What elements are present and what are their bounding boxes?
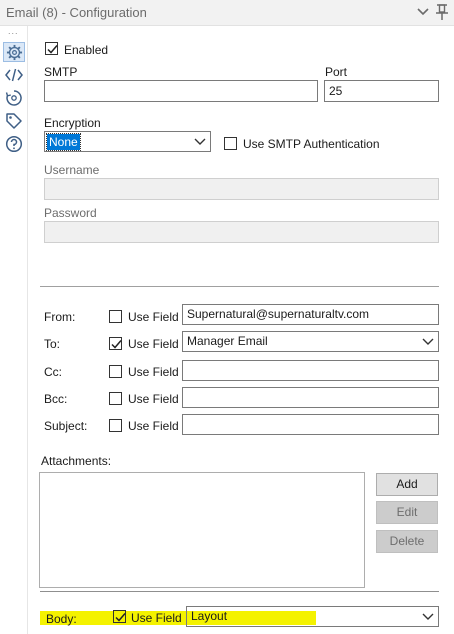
to-use-field-checkbox[interactable]: [109, 337, 122, 350]
help-icon[interactable]: [5, 135, 23, 153]
cc-use-field-checkbox[interactable]: [109, 365, 122, 378]
body-divider: [40, 591, 439, 592]
username-input[interactable]: [44, 178, 439, 200]
use-smtp-auth-label: Use SMTP Authentication: [243, 137, 380, 151]
bcc-use-field-checkbox[interactable]: [109, 392, 122, 405]
encryption-label: Encryption: [44, 116, 101, 130]
checkmark-icon: [111, 340, 122, 349]
to-select[interactable]: Manager Email: [182, 331, 439, 352]
body-use-field-label: Use Field: [131, 611, 182, 625]
gear-icon: [6, 44, 23, 61]
chevron-down-icon: [422, 338, 434, 345]
edit-attachment-button[interactable]: Edit: [376, 501, 438, 524]
add-attachment-button[interactable]: Add: [376, 473, 438, 496]
from-use-field-checkbox[interactable]: [109, 310, 122, 323]
body-label: Body:: [46, 612, 77, 626]
use-smtp-auth-checkbox[interactable]: [224, 137, 237, 150]
window-title: Email (8) - Configuration: [6, 5, 147, 20]
password-label: Password: [44, 206, 97, 220]
chevron-down-icon: [194, 138, 206, 145]
connections-icon[interactable]: [5, 89, 23, 107]
rail-configuration-tab[interactable]: [3, 42, 25, 62]
checkmark-icon: [115, 613, 126, 622]
bcc-label: Bcc:: [44, 392, 68, 406]
bcc-input[interactable]: [182, 387, 439, 408]
pin-icon[interactable]: [434, 3, 450, 21]
username-label: Username: [44, 163, 100, 177]
cc-label: Cc:: [44, 365, 62, 379]
port-label: Port: [325, 65, 348, 79]
body-value: Layout: [191, 609, 228, 623]
to-label: To:: [44, 337, 61, 351]
section-divider: [40, 286, 439, 287]
chevron-down-icon[interactable]: [415, 4, 431, 20]
from-use-field-label: Use Field: [128, 310, 179, 324]
more-dots[interactable]: ...: [8, 27, 19, 36]
enabled-checkbox[interactable]: [45, 42, 58, 55]
title-bar: Email (8) - Configuration: [0, 0, 454, 26]
code-icon[interactable]: [5, 66, 23, 84]
password-input[interactable]: [44, 221, 439, 243]
subject-label: Subject:: [44, 419, 88, 433]
from-label: From:: [44, 310, 76, 324]
chevron-down-icon: [422, 613, 434, 620]
port-input[interactable]: 25: [324, 80, 439, 102]
attachments-label: Attachments:: [41, 454, 112, 468]
from-input[interactable]: Supernatural@supernaturaltv.com: [182, 304, 439, 325]
encryption-value: None: [46, 133, 81, 151]
delete-attachment-button[interactable]: Delete: [376, 530, 438, 553]
tag-icon[interactable]: [5, 112, 23, 130]
subject-input[interactable]: [182, 414, 439, 435]
smtp-input[interactable]: [44, 80, 318, 102]
cc-use-field-label: Use Field: [128, 365, 179, 379]
encryption-select[interactable]: None: [44, 131, 211, 152]
checkmark-icon: [47, 45, 58, 54]
smtp-label: SMTP: [44, 65, 78, 79]
to-use-field-label: Use Field: [128, 337, 179, 351]
subject-use-field-label: Use Field: [128, 419, 179, 433]
bcc-use-field-label: Use Field: [128, 392, 179, 406]
to-value: Manager Email: [187, 334, 268, 348]
cc-input[interactable]: [182, 360, 439, 381]
attachments-list[interactable]: [39, 472, 365, 588]
subject-use-field-checkbox[interactable]: [109, 419, 122, 432]
body-use-field-checkbox[interactable]: [113, 610, 126, 623]
enabled-label: Enabled: [64, 43, 109, 57]
body-select[interactable]: Layout: [186, 606, 439, 627]
